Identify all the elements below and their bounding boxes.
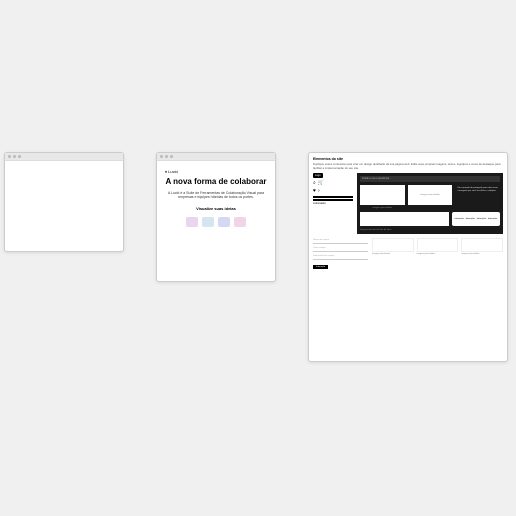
icon-row: ♥ › (313, 188, 353, 194)
traffic-light-icon (165, 155, 168, 158)
divider (313, 196, 353, 198)
label: Imagem de item da lista de itens (360, 229, 500, 231)
card[interactable]: Imagem placeholder (417, 238, 459, 255)
traffic-light-icon (8, 155, 11, 158)
window-blank[interactable] (4, 152, 124, 252)
hero-panel: Avalie a sua experiência imagem placehol… (357, 173, 503, 234)
heart-icon[interactable]: ♥ (313, 188, 316, 194)
row: Interação · Interação · Interação · Inte… (360, 212, 500, 226)
illustration (165, 217, 267, 227)
cta-text[interactable]: Visualize suas ideias (165, 206, 267, 211)
search-icon[interactable]: ⌕ (313, 180, 316, 186)
titlebar (157, 153, 275, 161)
shape-icon (218, 217, 230, 227)
window-lucid[interactable]: ♦ Lucid A nova forma de colaborar A Luci… (156, 152, 276, 282)
bottom-section: Nome do campo Outro campo Informação de … (313, 238, 503, 269)
card[interactable]: Imagem placeholder (461, 238, 503, 255)
text-field[interactable]: Outro campo (313, 246, 368, 252)
headline: A nova forma de colaborar (165, 178, 267, 187)
card-image (417, 238, 459, 252)
search-input[interactable]: Avalie a sua experiência (360, 176, 500, 182)
icon-row: ⌕ 🛒 (313, 180, 353, 186)
card-label: Imagem placeholder (372, 253, 414, 255)
wireframe-body: Elementos do site Duplique esses conteúd… (309, 153, 507, 273)
card-label: Imagem placeholder (461, 253, 503, 255)
description: A Lucid é a Suíte de Ferramentas de Cola… (165, 191, 267, 200)
titlebar (5, 153, 123, 161)
traffic-light-icon (13, 155, 16, 158)
traffic-light-icon (170, 155, 173, 158)
col: imagem placeholder (360, 185, 405, 209)
cards-row: Imagem placeholder Imagem placeholder Im… (372, 238, 503, 255)
sidebar-panel: Logo ⌕ 🛒 ♥ › Lubomasks (313, 173, 353, 234)
page-title: Elementos do site (313, 157, 503, 161)
submit-button[interactable]: Interação (313, 265, 328, 269)
form-panel: Nome do campo Outro campo Informação de … (313, 238, 368, 269)
shape-icon (234, 217, 246, 227)
page-subtitle: Duplique esses conteúdos para criar um d… (313, 162, 503, 170)
card-image (461, 238, 503, 252)
top-section: Logo ⌕ 🛒 ♥ › Lubomasks Avalie a sua expe… (313, 173, 503, 234)
form: Nome do campo Outro campo Informação de … (313, 238, 368, 260)
cart-icon[interactable]: 🛒 (318, 180, 324, 186)
shape-icon (186, 217, 198, 227)
card-label: Imagem placeholder (417, 253, 459, 255)
card[interactable]: Imagem placeholder (372, 238, 414, 255)
shape-icon (202, 217, 214, 227)
logo-tag: Logo (313, 173, 323, 178)
divider (313, 199, 353, 201)
image-placeholder: Imagem placeholder (408, 185, 453, 205)
window-wireframe[interactable]: Elementos do site Duplique esses conteúd… (308, 152, 508, 362)
lucid-body: ♦ Lucid A nova forma de colaborar A Luci… (157, 161, 275, 235)
label: imagem placeholder (360, 207, 405, 209)
traffic-light-icon (160, 155, 163, 158)
text-field[interactable]: Informação de campo (313, 254, 368, 260)
traffic-light-icon (18, 155, 21, 158)
card-image (372, 238, 414, 252)
image-placeholder (360, 185, 405, 205)
caption: Lubomasks (313, 202, 353, 205)
interaction-pills[interactable]: Interação · Interação · Interação · Inte… (452, 212, 500, 226)
cards-panel: Imagem placeholder Imagem placeholder Im… (372, 238, 503, 269)
paragraph: Um exemplo de parágrafo para descrever a… (455, 185, 500, 195)
chevron-right-icon[interactable]: › (318, 188, 320, 194)
hero-row: imagem placeholder Imagem placeholder Um… (360, 185, 500, 209)
col: Imagem placeholder (408, 185, 453, 209)
col: Um exemplo de parágrafo para descrever a… (455, 185, 500, 209)
lucid-logo: ♦ Lucid (165, 169, 267, 174)
image-placeholder (360, 212, 449, 226)
canvas[interactable]: ♦ Lucid A nova forma de colaborar A Luci… (0, 0, 516, 516)
text-field[interactable]: Nome do campo (313, 238, 368, 244)
